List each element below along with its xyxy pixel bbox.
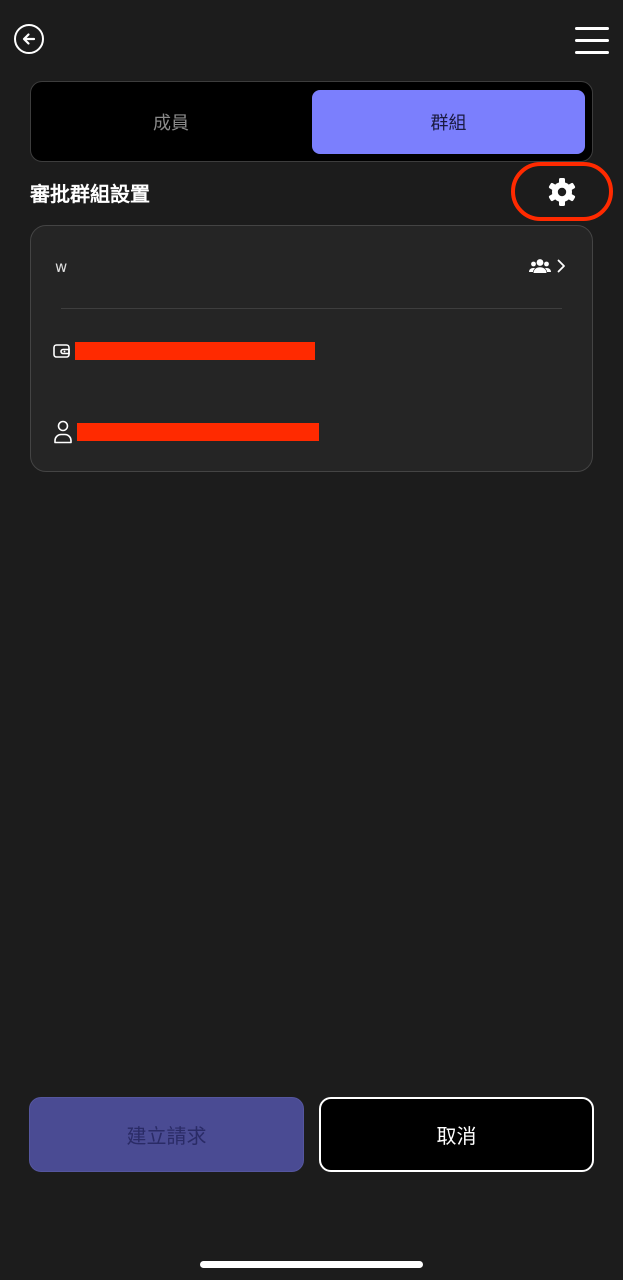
create-request-button[interactable]: 建立請求 — [29, 1097, 304, 1172]
redacted-wallet-address — [75, 342, 315, 360]
chevron-right-icon — [557, 259, 565, 273]
home-indicator — [200, 1261, 423, 1268]
group-card[interactable]: w — [30, 225, 593, 472]
redacted-user-email — [77, 423, 319, 441]
menu-line — [575, 51, 609, 54]
member-group-segmented-control: 成員 群組 — [30, 81, 593, 162]
settings-button[interactable] — [511, 162, 613, 221]
card-divider — [61, 308, 562, 309]
users-icon — [529, 259, 551, 273]
group-members-link[interactable] — [529, 258, 566, 274]
menu-line — [575, 39, 609, 42]
wallet-icon — [53, 344, 70, 358]
top-bar — [0, 0, 623, 80]
page-title: 審批群組設置 — [30, 182, 150, 206]
menu-button[interactable] — [575, 27, 609, 55]
arrow-left-icon — [22, 33, 36, 45]
gear-icon — [548, 177, 576, 206]
wallet-row — [53, 342, 315, 360]
group-name: w — [55, 258, 68, 276]
tab-groups[interactable]: 群組 — [312, 90, 585, 154]
menu-line — [575, 27, 609, 30]
back-button[interactable] — [14, 24, 44, 54]
user-icon — [54, 420, 72, 444]
tab-members[interactable]: 成員 — [39, 90, 303, 154]
cancel-button[interactable]: 取消 — [319, 1097, 594, 1172]
user-row — [53, 420, 319, 444]
